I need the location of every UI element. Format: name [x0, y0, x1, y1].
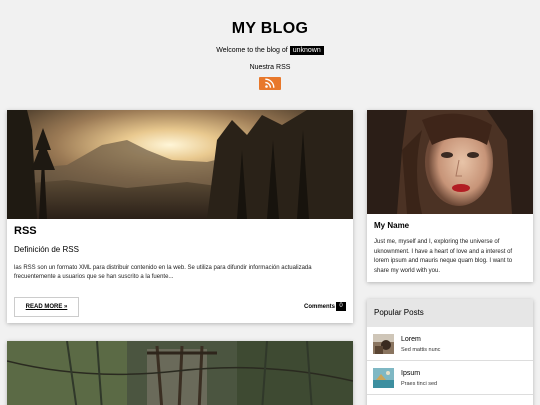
- post-image: [7, 110, 353, 219]
- list-item[interactable]: Ipsum Praes tinci sed: [367, 361, 533, 395]
- rss-button[interactable]: [259, 77, 281, 90]
- post-excerpt: las RSS son un formato XML para distribu…: [14, 265, 312, 280]
- popular-post-subtitle: Praes tinci sed: [401, 380, 438, 387]
- welcome-text: Welcome to the blog of: [216, 47, 288, 54]
- post-body: RSS Definición de RSS las RSS son un for…: [7, 219, 353, 288]
- post-card-2: [7, 341, 353, 405]
- comments-label[interactable]: Comments: [304, 303, 335, 312]
- blog-header: MY BLOG Welcome to the blog of unknown N…: [0, 0, 540, 95]
- profile-name: My Name: [374, 221, 410, 230]
- site-title: MY BLOG: [231, 20, 309, 37]
- user-tag: unknown: [289, 46, 324, 55]
- read-more-button[interactable]: READ MORE »: [14, 297, 79, 317]
- landscape-image: [7, 110, 353, 219]
- rss-icon: [265, 78, 275, 88]
- portrait-image: [367, 110, 533, 214]
- popular-post-title[interactable]: Lorem: [401, 335, 440, 344]
- comments-count: 0: [336, 302, 346, 311]
- post-title[interactable]: RSS: [14, 225, 346, 238]
- profile-card: My Name Just me, myself and I, exploring…: [367, 110, 533, 282]
- profile-bio: Just me, myself and I, exploring the uni…: [374, 239, 513, 274]
- rss-label: Nuestra RSS: [249, 64, 291, 71]
- bridge-image: [7, 341, 353, 405]
- profile-photo: [367, 110, 533, 214]
- popular-posts: Popular Posts Lorem Sed mattis nunc Ipsu…: [367, 299, 533, 405]
- post-thumbnail: [373, 367, 394, 388]
- welcome-line: Welcome to the blog of unknown: [0, 46, 540, 56]
- popular-post-title[interactable]: Ipsum: [401, 369, 437, 378]
- post-card: RSS Definición de RSS las RSS son un for…: [7, 110, 353, 323]
- popular-posts-heading: Popular Posts: [367, 299, 533, 327]
- post-subtitle: Definición de RSS: [14, 245, 79, 254]
- list-item[interactable]: Lorem Sed mattis nunc: [367, 327, 533, 361]
- post-thumbnail: [373, 333, 394, 354]
- popular-post-subtitle: Sed mattis nunc: [401, 346, 441, 353]
